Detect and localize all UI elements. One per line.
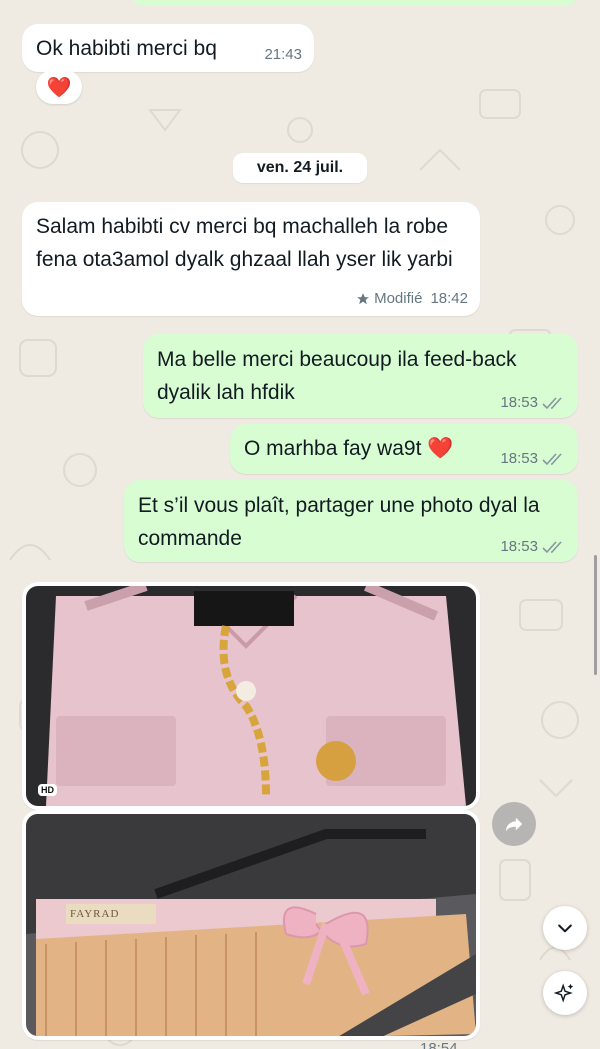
- message-meta: Modifié 18:42: [356, 290, 468, 308]
- chevron-down-icon: [558, 924, 572, 933]
- message-meta: 18:53: [500, 394, 566, 412]
- message-text: Et s’il vous plaît, partager une photo d…: [138, 494, 540, 550]
- ai-assistant-button[interactable]: [543, 971, 587, 1015]
- outgoing-message[interactable]: Ma belle merci beaucoup ila feed-back dy…: [143, 334, 578, 418]
- message-text: Ok habibti merci bq: [36, 37, 217, 60]
- outgoing-message[interactable]: O marhba fay wa9t ❤️ 18:53: [230, 424, 578, 474]
- double-check-icon: [542, 541, 562, 554]
- outgoing-message[interactable]: Et s’il vous plaît, partager une photo d…: [124, 480, 578, 562]
- partial-outgoing-bubble: [130, 0, 578, 6]
- message-time: 21:43: [264, 46, 302, 63]
- message-time: 18:53: [500, 450, 538, 467]
- scrollbar[interactable]: [594, 555, 597, 675]
- photo-time-partial: 18:54: [420, 1040, 458, 1049]
- hd-badge: HD: [38, 784, 57, 796]
- incoming-photo-message[interactable]: HD: [22, 582, 480, 810]
- forward-icon: [505, 817, 523, 832]
- message-time: 18:42: [430, 290, 468, 307]
- message-time: 18:53: [500, 394, 538, 411]
- reaction-badge[interactable]: ❤️: [36, 70, 82, 104]
- date-label: ven. 24 juil.: [256, 159, 344, 176]
- fayrad-label: FAYRAD: [70, 908, 120, 920]
- photo-pink-shirt[interactable]: HD: [26, 586, 476, 806]
- double-check-icon: [542, 453, 562, 466]
- incoming-message[interactable]: Salam habibti cv merci bq machalleh la r…: [22, 202, 480, 316]
- message-meta: 21:43: [264, 46, 302, 64]
- message-text: Ma belle merci beaucoup ila feed-back dy…: [157, 348, 517, 404]
- message-text: Salam habibti cv merci bq machalleh la r…: [36, 215, 453, 271]
- sparkle-icon: [554, 983, 574, 1003]
- heart-icon: ❤️: [46, 76, 72, 99]
- incoming-photo-message[interactable]: FAYRAD: [22, 810, 480, 1040]
- message-meta: 18:53: [500, 450, 566, 468]
- message-text: O marhba fay wa9t ❤️: [244, 437, 454, 460]
- incoming-message[interactable]: Ok habibti merci bq 21:43: [22, 24, 314, 72]
- double-check-icon: [542, 397, 562, 410]
- scroll-down-button[interactable]: [543, 906, 587, 950]
- edited-label: Modifié: [374, 290, 423, 307]
- forward-button[interactable]: [492, 802, 536, 846]
- message-time: 18:53: [500, 538, 538, 555]
- date-separator: ven. 24 juil.: [233, 153, 367, 183]
- photo-hand-fan[interactable]: FAYRAD: [26, 814, 476, 1036]
- message-meta: 18:53: [500, 538, 566, 556]
- star-icon: [357, 293, 369, 305]
